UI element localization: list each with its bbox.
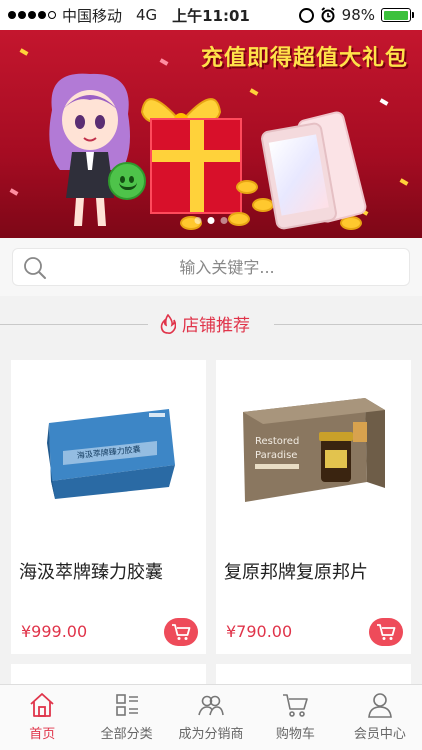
tab-label: 全部分类 — [100, 727, 153, 742]
carousel-dot[interactable] — [194, 217, 202, 224]
banner-title: 充值即得超值大礼包 — [200, 46, 408, 71]
product-image[interactable]: 海汲萃牌臻力胶囊 — [11, 360, 206, 540]
search-icon — [24, 257, 46, 279]
product-card[interactable]: 海汲萃牌臻力胶囊 海汲萃牌臻力胶囊 ¥999.00 — [11, 360, 206, 654]
product-price: ¥999.00 — [21, 622, 88, 641]
signal-strength-icon — [8, 11, 56, 19]
box-label: Paradise — [255, 450, 297, 461]
tab-label: 成为分销商 — [178, 727, 244, 742]
tab-home[interactable]: 首页 — [0, 685, 84, 750]
category-icon — [115, 694, 138, 716]
tab-label: 首页 — [29, 727, 56, 742]
product-card[interactable]: Restored Paradise 复原邦牌复原邦片 ¥790.00 — [216, 360, 411, 654]
cart-icon — [283, 694, 309, 717]
alarm-icon — [321, 7, 335, 23]
search-bar — [0, 238, 422, 296]
user-icon — [367, 693, 392, 718]
divider — [0, 324, 148, 325]
box-label: Restored — [255, 436, 299, 447]
carousel-indicator — [194, 217, 228, 224]
cart-icon — [172, 624, 191, 640]
orientation-lock-icon — [298, 7, 314, 23]
search-input[interactable] — [57, 249, 397, 285]
divider — [274, 324, 422, 325]
cart-icon — [377, 624, 396, 640]
status-bar: 中国移动 4G 上午11:01 98% — [0, 0, 422, 30]
carrier-name: 中国移动 — [62, 6, 123, 25]
product-price: ¥790.00 — [226, 622, 293, 641]
add-to-cart-button[interactable] — [369, 618, 403, 646]
battery-percent: 98% — [341, 6, 375, 24]
distributor-icon — [198, 695, 224, 716]
flame-icon — [160, 313, 176, 334]
tab-label: 会员中心 — [353, 727, 406, 742]
product-name[interactable]: 复原邦牌复原邦片 — [224, 558, 368, 584]
tab-all-categories[interactable]: 全部分类 — [84, 685, 168, 750]
gift-box-image — [150, 118, 242, 214]
add-to-cart-button[interactable] — [164, 618, 198, 646]
product-image[interactable]: Restored Paradise — [216, 360, 411, 540]
tab-label: 购物车 — [275, 727, 315, 742]
carousel-dot[interactable] — [220, 217, 228, 224]
section-title: 店铺推荐 — [182, 316, 250, 336]
tab-cart[interactable]: 购物车 — [253, 685, 337, 750]
smiley-icon — [108, 162, 146, 200]
bottom-tab-bar: 首页 全部分类 成为分销商 购物车 会员中心 — [0, 684, 422, 750]
clock: 上午11:01 — [172, 6, 250, 25]
tab-member-center[interactable]: 会员中心 — [338, 685, 422, 750]
promo-banner[interactable]: 充值即得超值大礼包 — [0, 30, 422, 238]
tab-distributor[interactable]: 成为分销商 — [169, 685, 253, 750]
section-header: 店铺推荐 — [0, 296, 422, 352]
search-box[interactable] — [12, 248, 410, 286]
product-name[interactable]: 海汲萃牌臻力胶囊 — [19, 558, 163, 584]
carousel-dot-active[interactable] — [207, 217, 215, 224]
mascot-girl-image — [49, 73, 131, 226]
battery-icon — [381, 8, 414, 22]
network-type: 4G — [136, 6, 158, 24]
home-icon — [30, 693, 54, 717]
